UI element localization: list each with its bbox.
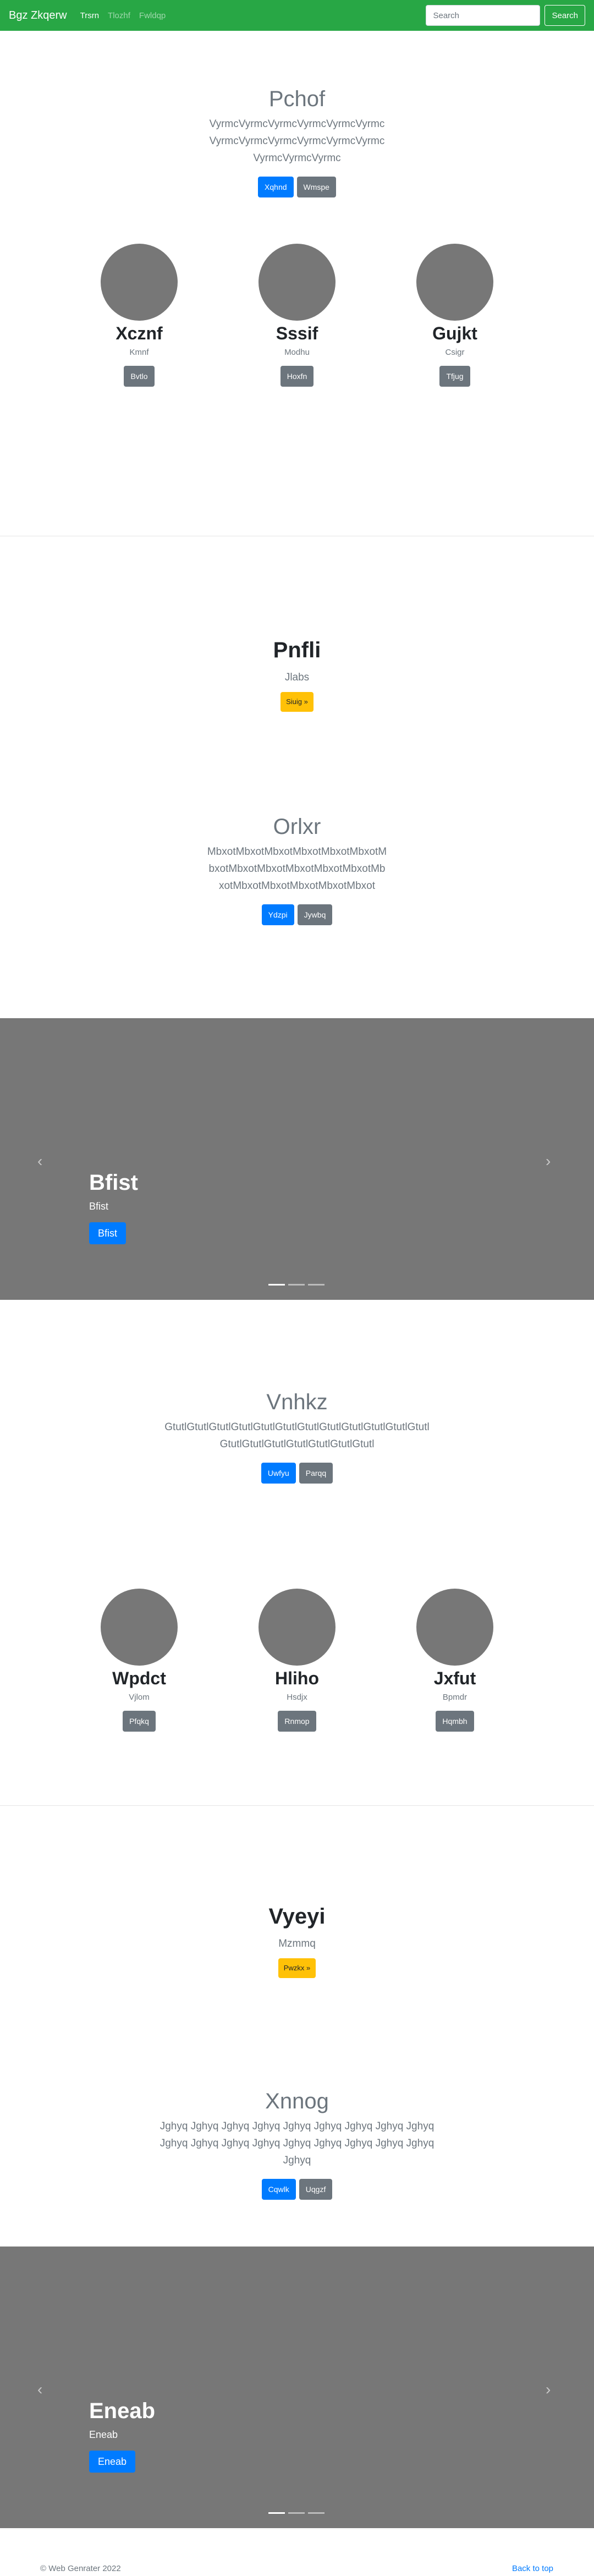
jumbotron-title: Pchof (268, 87, 326, 111)
carousel-indicator-3[interactable] (308, 1284, 324, 1286)
nav-link-trsrn[interactable]: Trsrn (80, 11, 99, 20)
tfjug-button[interactable]: Tfjug (439, 366, 470, 387)
jumbotron-lead: MbxotMbxotMbxotMbxotMbxotMbxotMbxotMbxot… (207, 846, 387, 892)
ydzpi-button[interactable]: Ydzpi (261, 904, 294, 925)
xqhnd-button[interactable]: Xqhnd (258, 177, 294, 197)
jumbotron-title: Orlxr (273, 815, 321, 839)
placeholder-image (416, 1589, 493, 1666)
carousel-caption: Eneab Eneab Eneab (89, 2398, 155, 2473)
card-hliho: Hliho Hsdjx Rnmop (253, 1589, 341, 1732)
carousel-text: Eneab (89, 2429, 118, 2440)
carousel-indicator-1[interactable] (268, 1284, 285, 1286)
carousel-indicators (268, 2512, 328, 2514)
card-sssif: Sssif Modhu Hoxfn (253, 244, 341, 387)
jumbotron-actions: Uwfyu Parqq (261, 1463, 333, 1484)
featurette-title: Vyeyi (268, 1904, 326, 1929)
carousel-text: Bfist (89, 1201, 109, 1212)
card-title: Gujkt (432, 323, 477, 343)
placeholder-image (101, 1589, 178, 1666)
jumbotron-vnhkz: Vnhkz GtutlGtutlGtutlGtutlGtutlGtutlGtut… (0, 1300, 594, 1573)
pfqkq-button[interactable]: Pfqkq (123, 1711, 156, 1732)
jumbotron-actions: Ydzpi Jywbq (261, 904, 333, 925)
carousel-button[interactable]: Eneab (89, 2451, 136, 2473)
card-title: Hliho (275, 1668, 319, 1688)
jumbotron-orlxr: Orlxr MbxotMbxotMbxotMbxotMbxotMbxotMbxo… (0, 814, 594, 1018)
jumbotron-xnnog: Xnnog Jghyq Jghyq Jghyq Jghyq Jghyq Jghy… (0, 2088, 594, 2247)
featurette-vyeyi: Vyeyi Mzmmq Pwzkx » (0, 1806, 594, 2088)
uqgzf-button[interactable]: Uqgzf (299, 2179, 333, 2200)
pwzkx-button[interactable]: Pwzkx » (278, 1958, 316, 1978)
bvtlo-button[interactable]: Bvtlo (124, 366, 155, 387)
card-row-1: Xcznf Kmnf Bvtlo Sssif Modhu Hoxfn Gujkt… (0, 227, 594, 536)
card-subtitle: Csigr (445, 348, 465, 357)
carousel-title: Eneab (89, 2399, 156, 2423)
carousel-eneab: ‹ › Eneab Eneab Eneab (0, 2247, 594, 2528)
nav-link-fwldqp[interactable]: Fwldqp (139, 11, 166, 20)
jumbotron-lead: GtutlGtutlGtutlGtutlGtutlGtutlGtutlGtutl… (164, 1421, 430, 1450)
carousel-prev-icon[interactable]: ‹ (37, 1153, 42, 1169)
card-subtitle: Hsdjx (287, 1693, 307, 1702)
card-jxfut: Jxfut Bpmdr Hqmbh (411, 1589, 499, 1732)
back-to-top-link[interactable]: Back to top (512, 2564, 553, 2573)
featurette-title: Pnfli (273, 638, 321, 662)
card-title: Xcznf (116, 323, 163, 343)
placeholder-image (101, 244, 178, 321)
card-gujkt: Gujkt Csigr Tfjug (411, 244, 499, 387)
carousel-next-icon[interactable]: › (546, 1153, 551, 1169)
placeholder-image (416, 244, 493, 321)
card-row-2: Wpdct Vjlom Pfqkq Hliho Hsdjx Rnmop Jxfu… (0, 1573, 594, 1805)
carousel-indicators (268, 1284, 328, 1286)
hoxfn-button[interactable]: Hoxfn (280, 366, 314, 387)
jumbotron-title: Xnnog (265, 2089, 329, 2113)
card-wpdct: Wpdct Vjlom Pfqkq (95, 1589, 183, 1732)
placeholder-image (258, 244, 336, 321)
card-subtitle: Kmnf (129, 348, 149, 357)
footer: © Web Genrater 2022 Back to top (0, 2528, 594, 2576)
wmspe-button[interactable]: Wmspe (296, 177, 336, 197)
nav-link-tlozhf[interactable]: Tlozhf (108, 11, 130, 20)
carousel-indicator-2[interactable] (288, 1284, 305, 1286)
jumbotron-title: Vnhkz (266, 1390, 328, 1414)
navbar: Bgz Zkqerw Trsrn Tlozhf Fwldqp Search (0, 0, 594, 31)
siuig-button[interactable]: Siuig » (280, 692, 314, 712)
uwfyu-button[interactable]: Uwfyu (261, 1463, 296, 1484)
cqwlk-button[interactable]: Cqwlk (261, 2179, 296, 2200)
card-subtitle: Vjlom (129, 1693, 150, 1702)
carousel-next-icon[interactable]: › (546, 2381, 551, 2398)
search-form: Search (426, 5, 585, 26)
card-title: Wpdct (112, 1668, 166, 1688)
featurette-lead: Jlabs (284, 672, 310, 683)
card-subtitle: Bpmdr (442, 1693, 468, 1702)
carousel-indicator-3[interactable] (308, 2512, 324, 2514)
search-input[interactable] (426, 5, 541, 26)
card-subtitle: Modhu (284, 348, 310, 357)
carousel-indicator-2[interactable] (288, 2512, 305, 2514)
carousel-bfist: ‹ › Bfist Bfist Bfist (0, 1018, 594, 1300)
rnmop-button[interactable]: Rnmop (278, 1711, 316, 1732)
jywbq-button[interactable]: Jywbq (297, 904, 333, 925)
hqmbh-button[interactable]: Hqmbh (436, 1711, 474, 1732)
jumbotron-actions: Xqhnd Wmspe (258, 177, 336, 197)
carousel-button[interactable]: Bfist (89, 1222, 127, 1244)
placeholder-image (258, 1589, 336, 1666)
card-title: Jxfut (433, 1668, 476, 1688)
carousel-prev-icon[interactable]: ‹ (37, 2381, 42, 2398)
jumbotron-pchof: Pchof VyrmcVyrmcVyrmcVyrmcVyrmcVyrmcVyrm… (0, 31, 594, 227)
copyright-text: © Web Genrater 2022 (40, 2564, 121, 2573)
card-title: Sssif (276, 323, 318, 343)
jumbotron-lead: VyrmcVyrmcVyrmcVyrmcVyrmcVyrmcVyrmcVyrmc… (209, 118, 385, 164)
carousel-title: Bfist (89, 1171, 138, 1195)
carousel-indicator-1[interactable] (268, 2512, 285, 2514)
featurette-pnfli: Pnfli Jlabs Siuig » (0, 536, 594, 814)
carousel-caption: Bfist Bfist Bfist (89, 1169, 138, 1244)
parqq-button[interactable]: Parqq (299, 1463, 333, 1484)
featurette-lead: Mzmmq (278, 1938, 316, 1949)
search-button[interactable]: Search (544, 5, 585, 26)
card-xcznf: Xcznf Kmnf Bvtlo (95, 244, 183, 387)
jumbotron-lead: Jghyq Jghyq Jghyq Jghyq Jghyq Jghyq Jghy… (160, 2121, 435, 2166)
jumbotron-actions: Cqwlk Uqgzf (261, 2179, 333, 2200)
brand-link[interactable]: Bgz Zkqerw (9, 9, 67, 22)
